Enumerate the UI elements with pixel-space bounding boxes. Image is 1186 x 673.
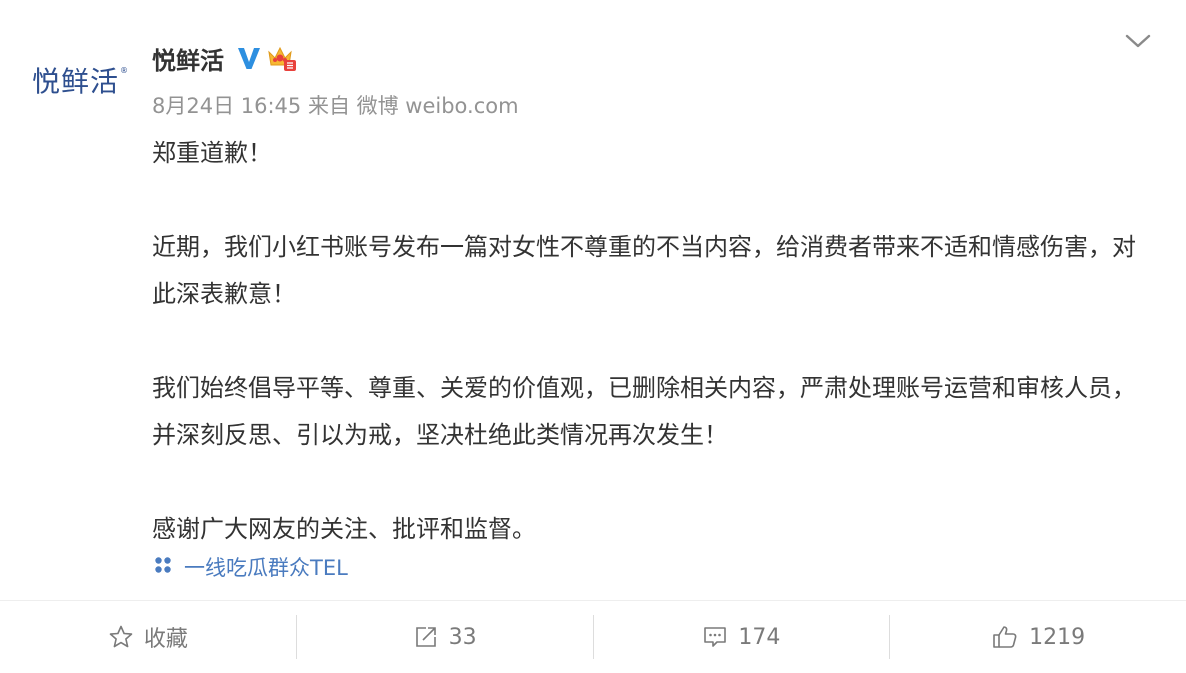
comment-count: 174	[738, 624, 781, 650]
comment-button[interactable]: 174	[594, 601, 890, 673]
post-content: 郑重道歉！ 近期，我们小红书账号发布一篇对女性不尊重的不当内容，给消费者带来不适…	[152, 130, 1152, 553]
sparkle-icon	[152, 554, 174, 580]
favorite-button[interactable]: 收藏	[0, 601, 296, 673]
chevron-down-icon[interactable]	[1124, 30, 1152, 52]
post-paragraph: 我们始终倡导平等、尊重、关爱的价值观，已删除相关内容，严肃处理账号运营和审核人员…	[152, 374, 1136, 449]
action-toolbar: 收藏 33 174 1219	[0, 600, 1186, 673]
trademark-mark: ®	[120, 65, 128, 75]
star-icon	[109, 625, 133, 648]
comment-icon	[704, 627, 727, 647]
verified-v-icon	[236, 45, 262, 71]
share-icon	[415, 627, 436, 647]
like-button[interactable]: 1219	[890, 601, 1186, 673]
username[interactable]: 悦鲜活	[152, 41, 224, 76]
member-crown-icon[interactable]	[266, 43, 298, 73]
post-paragraph: 近期，我们小红书账号发布一篇对女性不尊重的不当内容，给消费者带来不适和情感伤害，…	[152, 233, 1136, 308]
source-link-label[interactable]: 一线吃瓜群众TEL	[184, 552, 348, 582]
like-count: 1219	[1029, 624, 1086, 650]
avatar-logo-text: 悦鲜活	[31, 65, 119, 98]
repost-button[interactable]: 33	[297, 601, 593, 673]
repost-count: 33	[448, 624, 477, 650]
post-header: 悦鲜活	[152, 38, 298, 78]
post-paragraph: 郑重道歉！	[152, 139, 272, 167]
source-link[interactable]: 一线吃瓜群众TEL	[152, 552, 348, 582]
avatar[interactable]: 悦鲜活 ®	[30, 40, 130, 120]
post-meta: 8月24日 16:45 来自 微博 weibo.com	[152, 94, 519, 118]
thumbs-up-icon	[993, 626, 1017, 648]
favorite-label: 收藏	[143, 627, 188, 652]
post-paragraph: 感谢广大网友的关注、批评和监督。	[152, 515, 536, 543]
